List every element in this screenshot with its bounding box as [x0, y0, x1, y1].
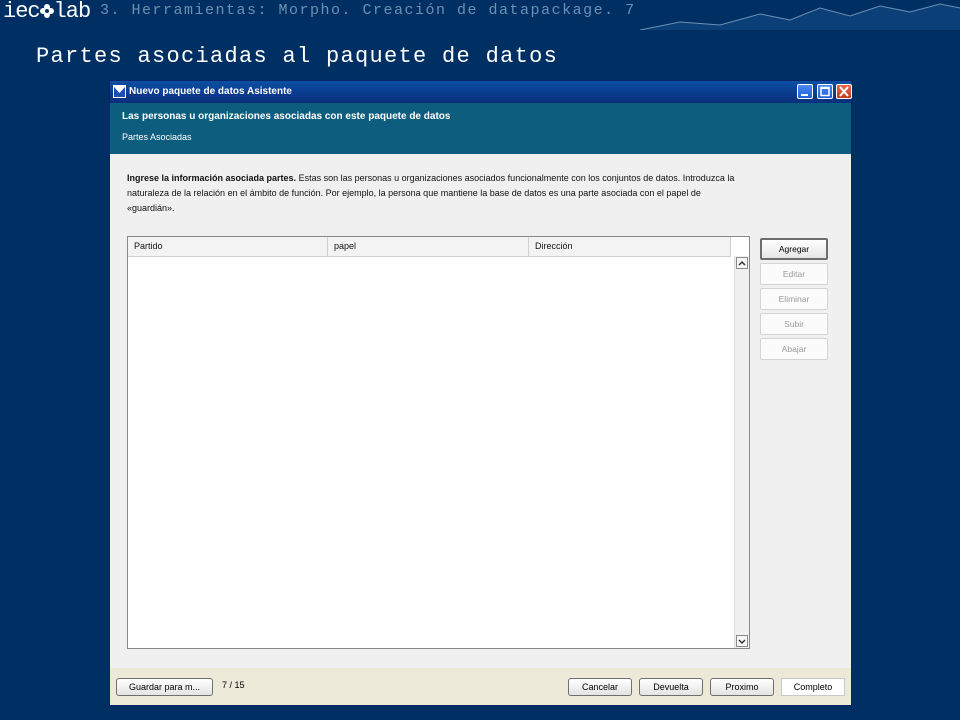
instructions-text: Ingrese la información asociada partes. … [127, 171, 829, 216]
maximize-icon [820, 86, 830, 97]
move-down-button[interactable]: Abajar [760, 338, 828, 360]
instructions-bold: Ingrese la información asociada partes. [127, 173, 297, 183]
window-titlebar[interactable]: Nuevo paquete de datos Asistente [110, 81, 852, 103]
scroll-down-icon [738, 639, 746, 645]
page-indicator: 7 / 15 [222, 680, 245, 690]
add-button[interactable]: Agregar [760, 238, 828, 260]
delete-button[interactable]: Eliminar [760, 288, 828, 310]
iecolab-logo: iec lab [3, 0, 91, 24]
mountain-decoration [640, 3, 960, 30]
move-up-button[interactable]: Subir [760, 313, 828, 335]
app-icon [113, 85, 126, 98]
minimize-button[interactable] [797, 84, 813, 99]
next-button[interactable]: Proximo [710, 678, 774, 696]
save-for-later-button[interactable]: Guardar para m... [116, 678, 213, 696]
table-header: Partido papel Dirección [128, 237, 731, 257]
column-header-papel[interactable]: papel [328, 237, 529, 256]
back-button[interactable]: Devuelta [639, 678, 703, 696]
scroll-up-icon [738, 260, 746, 266]
column-header-direccion[interactable]: Dirección [529, 237, 731, 256]
wizard-content: Ingrese la información asociada partes. … [110, 154, 851, 668]
minimize-icon [801, 94, 808, 96]
wizard-window: Nuevo paquete de datos Asistente Las per… [109, 80, 852, 706]
wizard-header-subtitle: Partes Asociadas [122, 132, 192, 142]
instructions-line3: «guardián». [127, 203, 175, 213]
instructions-line1: Estas son las personas u organizaciones … [296, 173, 735, 183]
edit-button[interactable]: Editar [760, 263, 828, 285]
scroll-up-button[interactable] [736, 257, 748, 269]
maximize-button[interactable] [817, 84, 833, 99]
wizard-footer: Guardar para m... 7 / 15 Cancelar Devuel… [110, 668, 851, 705]
slide-title: Partes asociadas al paquete de datos [36, 44, 559, 69]
wizard-header-title: Las personas u organizaciones asociadas … [122, 111, 451, 122]
instructions-line2: naturaleza de la relación en el ámbito d… [127, 188, 701, 198]
close-button[interactable] [836, 84, 852, 99]
table-scrollbar[interactable] [734, 256, 749, 648]
close-icon [839, 86, 849, 97]
scroll-down-button[interactable] [736, 635, 748, 647]
finish-button[interactable]: Completo [781, 678, 845, 696]
window-title: Nuevo paquete de datos Asistente [129, 86, 292, 97]
cancel-button[interactable]: Cancelar [568, 678, 632, 696]
parties-table[interactable]: Partido papel Dirección [127, 236, 750, 649]
logo-flower-icon [39, 1, 54, 18]
column-header-partido[interactable]: Partido [128, 237, 328, 256]
slide-breadcrumb: 3. Herramientas: Morpho. Creación de dat… [100, 2, 636, 19]
wizard-header: Las personas u organizaciones asociadas … [110, 103, 851, 154]
